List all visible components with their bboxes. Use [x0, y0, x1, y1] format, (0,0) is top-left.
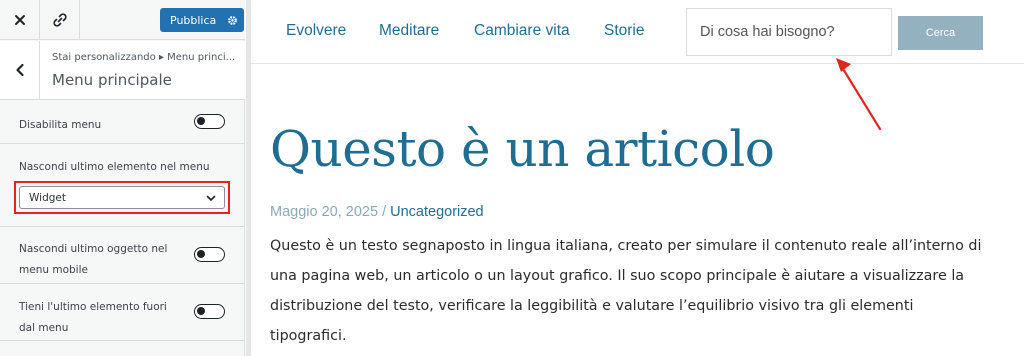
customizer-topbar: Pubblica	[0, 0, 245, 40]
hide-last-mobile-control: Nascondi ultimo oggetto nel menu mobile	[19, 237, 179, 279]
link-icon	[52, 13, 67, 27]
disable-menu-toggle[interactable]	[194, 114, 225, 129]
hide-last-label: Nascondi ultimo elemento nel menu	[19, 161, 210, 173]
breadcrumb-section: Menu princi...	[167, 52, 236, 63]
nav-item-evolvere[interactable]: Evolvere	[286, 22, 346, 40]
hide-last-mobile-toggle[interactable]	[194, 247, 225, 262]
post-category-link[interactable]: Uncategorized	[390, 204, 484, 220]
site-preview: Evolvere Meditare Cambiare vita Storie C…	[251, 0, 1024, 356]
publish-label: Pubblica	[170, 13, 217, 27]
divider	[0, 226, 245, 227]
keep-last-outside-control: Tieni l'ultimo elemento fuori dal menu	[19, 295, 179, 337]
disable-menu-label: Disabilita menu	[19, 119, 102, 131]
nav-item-cambiare-vita[interactable]: Cambiare vita	[474, 22, 570, 40]
site-header: Evolvere Meditare Cambiare vita Storie C…	[251, 0, 1024, 64]
search-button[interactable]: Cerca	[898, 16, 983, 50]
close-icon	[14, 15, 25, 25]
hide-last-mobile-label: Nascondi ultimo oggetto nel menu mobile	[19, 243, 168, 276]
divider	[0, 143, 245, 144]
hide-last-label-row: Nascondi ultimo elemento nel menu	[19, 155, 225, 176]
hide-last-select[interactable]: Widget	[19, 186, 225, 209]
search-input[interactable]	[686, 8, 892, 56]
divider	[0, 283, 245, 284]
post-date: Maggio 20, 2025	[270, 204, 379, 220]
post-meta-separator: /	[382, 204, 387, 220]
back-chevron-icon	[15, 63, 24, 77]
chevron-down-icon	[206, 195, 216, 201]
keep-last-outside-label: Tieni l'ultimo elemento fuori dal menu	[19, 301, 167, 334]
gear-icon	[227, 15, 237, 25]
disable-menu-control: Disabilita menu	[19, 113, 225, 134]
back-button[interactable]	[0, 41, 40, 99]
nav-item-storie[interactable]: Storie	[604, 22, 645, 40]
keep-last-outside-toggle[interactable]	[194, 304, 225, 319]
post-meta: Maggio 20, 2025 / Uncategorized	[270, 204, 484, 220]
section-title: Menu principale	[52, 71, 172, 89]
nav-item-meditare[interactable]: Meditare	[379, 22, 439, 40]
divider	[0, 340, 245, 341]
publish-button[interactable]: Pubblica	[160, 8, 244, 32]
close-customizer-button[interactable]	[0, 0, 40, 40]
breadcrumb-separator: ▸	[158, 52, 164, 63]
hide-last-select-value: Widget	[29, 191, 66, 204]
section-header: Stai personalizzando ▸ Menu princi... Me…	[0, 41, 245, 100]
share-link-button[interactable]	[40, 0, 80, 40]
publish-settings-button[interactable]	[221, 9, 243, 31]
highlight-box: Widget	[14, 181, 230, 214]
post-body: Questo è un testo segnaposto in lingua i…	[270, 238, 982, 344]
post-title: Questo è un articolo	[270, 120, 775, 178]
breadcrumb-prefix: Stai personalizzando	[52, 52, 156, 63]
customizer-sidebar: Pubblica Stai personalizzando ▸ Menu pri…	[0, 0, 245, 356]
breadcrumb: Stai personalizzando ▸ Menu princi...	[52, 52, 242, 63]
